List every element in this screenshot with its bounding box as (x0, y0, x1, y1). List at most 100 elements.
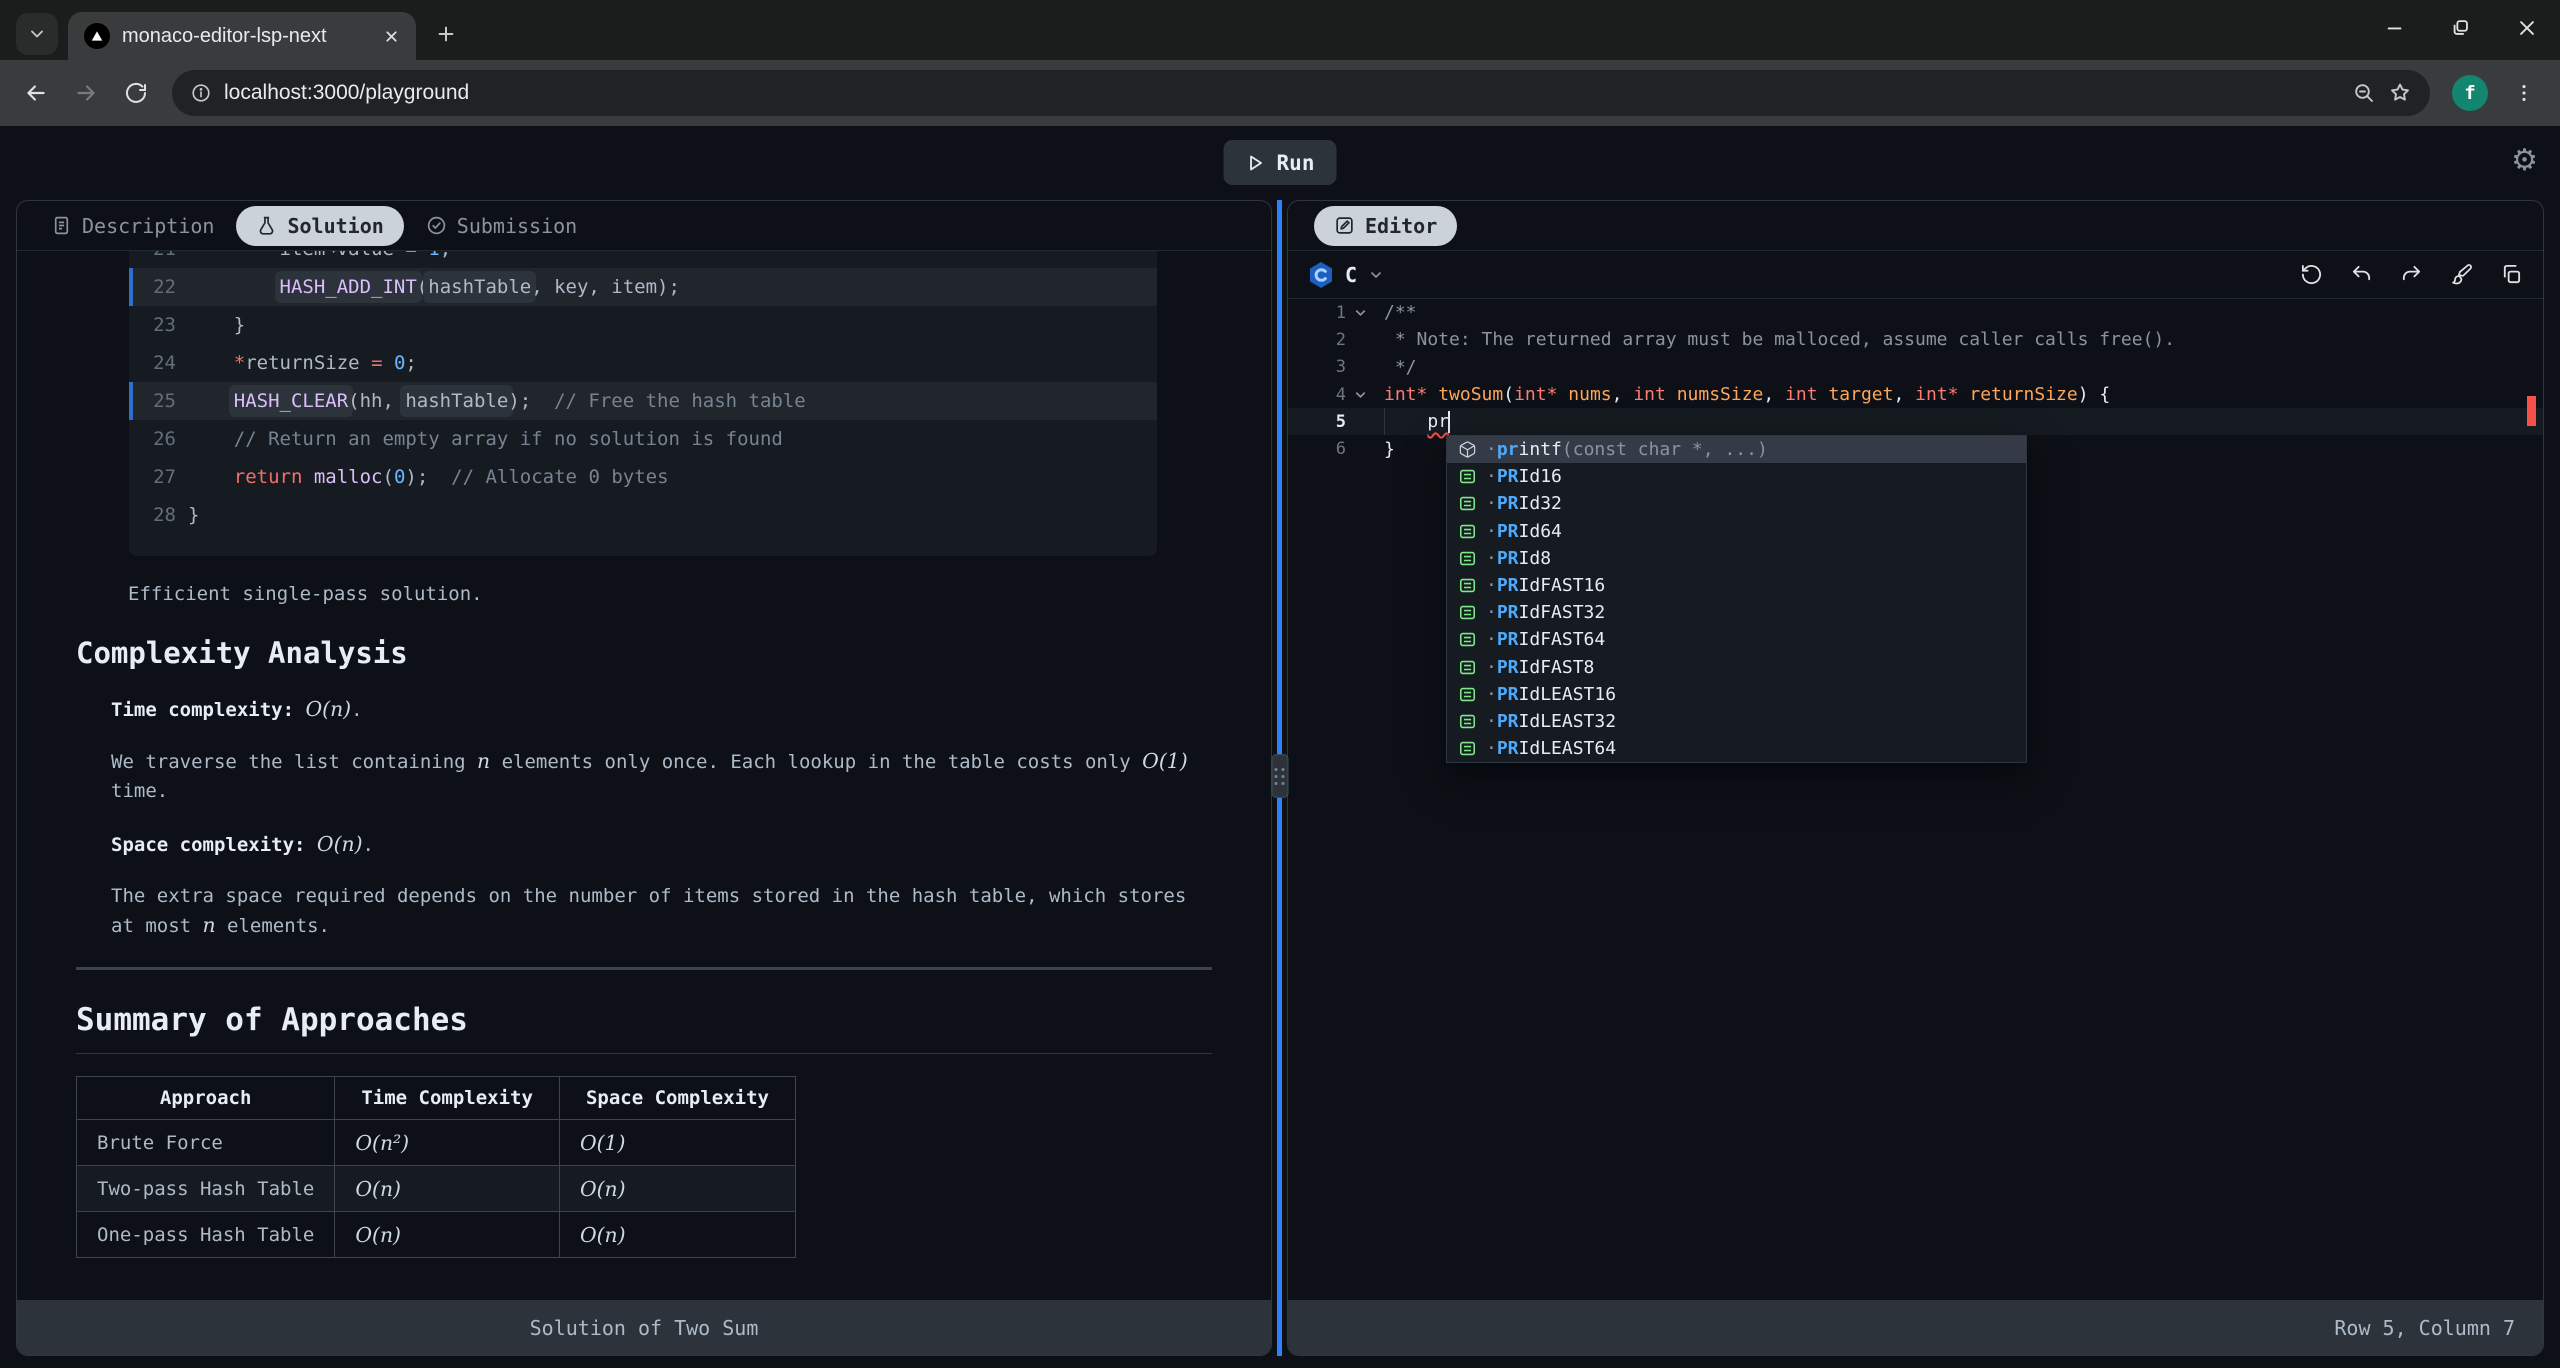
complexity-heading: Complexity Analysis (76, 635, 1271, 671)
vercel-favicon-icon (84, 23, 110, 49)
summary-heading: Summary of Approaches (76, 1000, 1212, 1054)
forward-button[interactable] (66, 73, 106, 113)
indent-guide (1384, 408, 1385, 435)
fold-chevron-icon[interactable] (1346, 387, 1374, 402)
suggest-item[interactable]: ·PRIdFAST8 (1447, 654, 2026, 681)
reload-icon (124, 81, 148, 105)
resizer-grip-icon[interactable] (1271, 754, 1288, 798)
overview-error-marker (2527, 396, 2536, 426)
table-header: Approach (77, 1077, 335, 1120)
flask-icon (256, 215, 277, 236)
tab-search-button[interactable] (16, 13, 58, 55)
document-icon (51, 215, 72, 236)
editor-actions (2299, 263, 2523, 287)
chevron-down-icon (27, 24, 47, 44)
suggest-item[interactable]: ·PRIdLEAST32 (1447, 708, 2026, 735)
back-button[interactable] (16, 73, 56, 113)
text-symbol-icon (1457, 657, 1477, 677)
redo-button[interactable] (2399, 263, 2423, 287)
address-bar[interactable]: localhost:3000/playground (172, 70, 2430, 116)
url-text[interactable]: localhost:3000/playground (224, 81, 469, 105)
panel-resizer[interactable] (1272, 200, 1287, 1356)
suggest-item[interactable]: ·printf(const char *, ...) (1447, 436, 2026, 463)
editor-line[interactable]: 2 * Note: The returned array must be mal… (1288, 326, 2543, 353)
tab-solution[interactable]: Solution (236, 206, 403, 246)
space-complexity-paragraph: The extra space required depends on the … (111, 882, 1191, 941)
problem-footer: Solution of Two Sum (17, 1300, 1271, 1355)
tab-close-icon[interactable] (383, 28, 400, 45)
suggest-item[interactable]: ·PRId8 (1447, 545, 2026, 572)
suggest-item[interactable]: ·PRIdLEAST16 (1447, 681, 2026, 708)
intro-paragraph: Efficient single-pass solution. (128, 580, 1208, 609)
suggest-item[interactable]: ·PRId32 (1447, 490, 2026, 517)
code-line: 21 item→value = 1; (129, 251, 1157, 268)
tab-description[interactable]: Description (43, 206, 222, 246)
suggest-item[interactable]: ·PRIdFAST16 (1447, 572, 2026, 599)
suggest-item[interactable]: ·PRIdFAST32 (1447, 599, 2026, 626)
bookmark-star-icon[interactable] (2388, 81, 2412, 105)
run-button[interactable]: Run (1224, 140, 1337, 185)
problem-panel: Description Solution Submission 21 item→… (16, 200, 1272, 1356)
editor-line[interactable]: 1/** (1288, 299, 2543, 326)
editor-line[interactable]: 3 */ (1288, 354, 2543, 381)
new-tab-button[interactable] (426, 14, 466, 54)
editor-line[interactable]: 5 pr (1288, 408, 2543, 435)
solution-content[interactable]: 21 item→value = 1;22 HASH_ADD_INT(hashTa… (17, 251, 1271, 1300)
text-symbol-icon (1457, 684, 1477, 704)
text-symbol-icon (1457, 739, 1477, 759)
minimize-button[interactable] (2362, 0, 2428, 56)
arrow-right-icon (73, 80, 99, 106)
copy-button[interactable] (2499, 263, 2523, 287)
format-brush-button[interactable] (2449, 263, 2473, 287)
method-symbol-icon (1457, 440, 1477, 460)
undo-button[interactable] (2349, 263, 2373, 287)
table-row: Brute ForceO(n²)O(1) (77, 1120, 796, 1166)
space-complexity-line: Space complexity: O(n). (111, 830, 1271, 860)
tab-submission[interactable]: Submission (418, 206, 585, 246)
text-symbol-icon (1457, 521, 1477, 541)
browser-tab[interactable]: monaco-editor-lsp-next (68, 12, 416, 60)
browser-menu-button[interactable] (2504, 73, 2544, 113)
zoom-out-icon[interactable] (2352, 81, 2376, 105)
section-divider (76, 967, 1212, 970)
text-symbol-icon (1457, 711, 1477, 731)
chevron-down-icon (1368, 267, 1384, 283)
site-info-icon[interactable] (190, 82, 212, 104)
editor-panel: Editor C 1/**2 * Note: The ret (1287, 200, 2544, 1356)
text-symbol-icon (1457, 467, 1477, 487)
language-label: C (1345, 263, 1357, 287)
window-controls (2362, 0, 2560, 60)
editor-line[interactable]: 4int* twoSum(int* nums, int numsSize, in… (1288, 381, 2543, 408)
suggest-item[interactable]: ·PRId64 (1447, 518, 2026, 545)
plus-icon (435, 23, 457, 45)
fold-chevron-icon[interactable] (1346, 305, 1374, 320)
code-line: 24 *returnSize = 0; (129, 344, 1157, 382)
monaco-editor[interactable]: 1/**2 * Note: The returned array must be… (1288, 299, 2543, 1300)
edit-pencil-icon (1334, 215, 1355, 236)
suggest-item[interactable]: ·PRIdLEAST64 (1447, 735, 2026, 762)
reload-button[interactable] (116, 73, 156, 113)
app-header: Run ⚙ (0, 126, 2560, 200)
screen: monaco-editor-lsp-next localhost:3000/pl… (0, 0, 2560, 1368)
code-line: 23 } (129, 306, 1157, 344)
text-symbol-icon (1457, 630, 1477, 650)
language-selector[interactable]: C (1308, 261, 1384, 289)
restore-button[interactable] (2428, 0, 2494, 56)
reset-button[interactable] (2299, 263, 2323, 287)
browser-toolbar: localhost:3000/playground f (0, 60, 2560, 126)
text-symbol-icon (1457, 576, 1477, 596)
suggest-item[interactable]: ·PRId16 (1447, 463, 2026, 490)
text-symbol-icon (1457, 603, 1477, 623)
browser-tab-title: monaco-editor-lsp-next (122, 25, 371, 48)
workspace: Description Solution Submission 21 item→… (16, 200, 2544, 1356)
table-row: One-pass Hash TableO(n)O(n) (77, 1212, 796, 1258)
profile-avatar[interactable]: f (2452, 75, 2488, 111)
time-complexity-line: Time complexity: O(n). (111, 695, 1271, 725)
code-line: 27 return malloc(0); // Allocate 0 bytes (129, 458, 1157, 496)
table-header: Time Complexity (335, 1077, 560, 1120)
tab-editor[interactable]: Editor (1314, 206, 1457, 246)
tab-submission-label: Submission (457, 214, 577, 238)
suggest-item[interactable]: ·PRIdFAST64 (1447, 626, 2026, 653)
close-window-button[interactable] (2494, 0, 2560, 56)
settings-gear-icon[interactable]: ⚙ (2511, 146, 2538, 176)
